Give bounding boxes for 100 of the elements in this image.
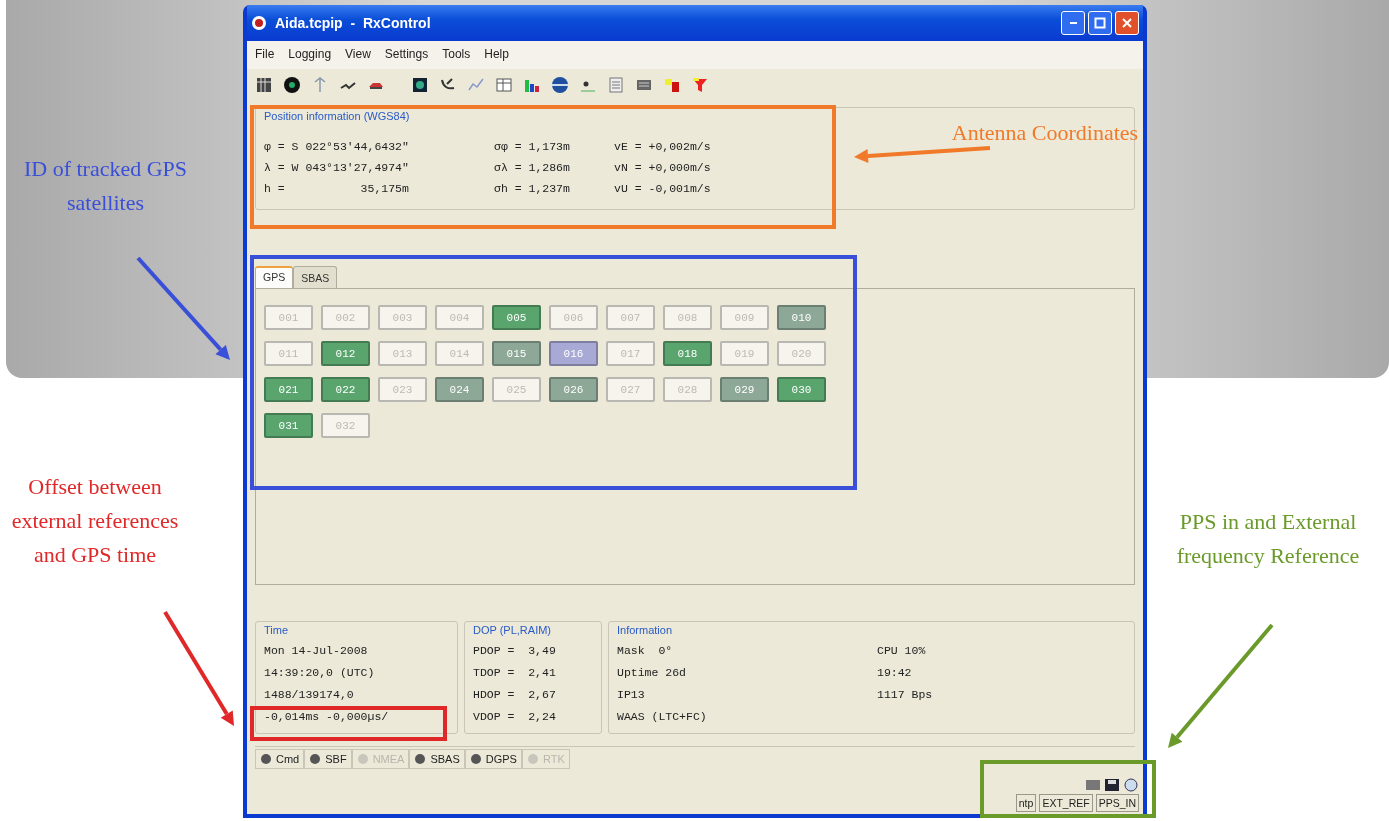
menu-item[interactable]: Settings: [384, 47, 429, 61]
dot-icon: [309, 753, 322, 765]
circle-icon[interactable]: [283, 76, 301, 94]
value-text: φ = S 022°53'44,6432": [264, 140, 410, 153]
satellite-chip: 003: [378, 305, 427, 330]
annotation-label: ID of tracked GPS satellites: [22, 155, 189, 218]
satellite-chip: 010: [777, 305, 826, 330]
app-icon: [251, 15, 267, 31]
satellite-chip: 030: [777, 377, 826, 402]
table-icon[interactable]: [495, 76, 513, 94]
minimize-icon: [1069, 22, 1077, 24]
stream-tab[interactable]: Cmd: [255, 749, 305, 769]
value-text: 1117 Bps: [877, 688, 934, 701]
group-title: Information: [615, 624, 675, 636]
status-pane: PPS_IN: [1095, 794, 1139, 812]
satellite-chip: 021: [264, 377, 313, 402]
satellite-chip: 031: [264, 413, 313, 438]
satellite-chip: 004: [435, 305, 484, 330]
annotation-label: PPS in and External frequency Reference: [1175, 508, 1361, 571]
satellite-chip: 008: [663, 305, 712, 330]
group-title: DOP (PL,RAIM): [471, 624, 554, 636]
value-text: WAAS (LTC+FC): [617, 710, 708, 723]
maximize-button[interactable]: [1088, 11, 1112, 35]
annotation-label: Antenna Coordinates: [950, 119, 1140, 147]
satellite-chip: 019: [720, 341, 769, 366]
annotation-label: Offset between external references and GPS time: [10, 473, 180, 570]
value-text: PDOP = 3,49: [473, 644, 557, 657]
value-text: λ = W 043°13'27,4974": [264, 161, 410, 174]
value-text: Mon 14-Jul-2008: [264, 644, 369, 657]
value-text: Mask 0°: [617, 644, 674, 657]
value-text: CPU 10%: [877, 644, 927, 657]
satellite-chip: 024: [435, 377, 484, 402]
satellite-chip: 001: [264, 305, 313, 330]
group-title: Time: [262, 624, 291, 636]
menu-item[interactable]: View: [345, 47, 371, 61]
window-title: Aida.tcpip - RxControl: [275, 15, 431, 31]
close-button[interactable]: [1115, 11, 1139, 35]
value-text: 19:42: [877, 666, 913, 679]
close-icon: [1121, 17, 1133, 29]
tab[interactable]: SBAS: [293, 266, 338, 288]
list-icon[interactable]: [1085, 778, 1101, 792]
flag-icon[interactable]: [663, 76, 681, 94]
value-text: IP13: [617, 688, 646, 701]
satellite-chip: 025: [492, 377, 541, 402]
menu-item[interactable]: Help: [484, 47, 509, 61]
menu-item[interactable]: Tools: [442, 47, 471, 61]
value-text: h = 35,175m: [264, 182, 410, 195]
satellite-chip: 012: [321, 341, 370, 366]
satellite-chip: 009: [720, 305, 769, 330]
menu-item[interactable]: Logging: [288, 47, 332, 61]
maximize-icon: [1094, 17, 1106, 29]
value-text: vE = +0,002m/s: [614, 140, 712, 153]
monitor-icon[interactable]: [411, 76, 429, 94]
stream-tab[interactable]: DGPS: [464, 749, 522, 769]
dot-icon: [260, 753, 272, 765]
globe-icon[interactable]: [1123, 778, 1139, 792]
satellite-chip: 007: [606, 305, 655, 330]
satellite-chip: 017: [606, 341, 655, 366]
satellite-chip: 011: [264, 341, 313, 366]
dot-icon: [356, 753, 369, 765]
save-icon[interactable]: [1104, 778, 1120, 792]
satellite-chip: 029: [720, 377, 769, 402]
stream-tab[interactable]: SBAS: [409, 749, 465, 769]
value-text: vU = -0,001m/s: [614, 182, 712, 195]
satellite-chip: 015: [492, 341, 541, 366]
satellite-chip: 026: [549, 377, 598, 402]
value-text: σφ = 1,173m: [494, 140, 571, 153]
dot-icon: [526, 753, 539, 765]
satellite-chip: 014: [435, 341, 484, 366]
satellite-chip: 018: [663, 341, 712, 366]
satellite-chip: 020: [777, 341, 826, 366]
grid-icon[interactable]: [255, 76, 273, 94]
satellite-chip: 023: [378, 377, 427, 402]
dot-icon: [469, 753, 482, 765]
value-text: 14:39:20,0 (UTC): [264, 666, 376, 679]
value-text: Uptime 26d: [617, 666, 687, 679]
value-text: TDOP = 2,41: [473, 666, 557, 679]
value-text: HDOP = 2,67: [473, 688, 557, 701]
satellite-chip: 032: [321, 413, 370, 438]
satellite-chip: 013: [378, 341, 427, 366]
value-text: 1488/139174,0: [264, 688, 355, 701]
satellite-chip: 005: [492, 305, 541, 330]
filter-icon[interactable]: [691, 76, 709, 94]
satellite-chip: 002: [321, 305, 370, 330]
satellite-chip: 022: [321, 377, 370, 402]
value-text: vN = +0,000m/s: [614, 161, 712, 174]
tab[interactable]: GPS: [255, 266, 294, 288]
satellite-chip: 016: [549, 341, 598, 366]
stream-tab[interactable]: SBF: [304, 749, 352, 769]
satellite-chip: 006: [549, 305, 598, 330]
globe-icon[interactable]: [551, 76, 569, 94]
value-text: VDOP = 2,24: [473, 710, 557, 723]
status-pane: ntp: [1015, 794, 1037, 812]
menu-item[interactable]: File: [255, 47, 275, 61]
minimize-button[interactable]: [1061, 11, 1085, 35]
value-text: σh = 1,237m: [494, 182, 571, 195]
dot-icon: [414, 753, 427, 765]
satellite-chip: 028: [663, 377, 712, 402]
status-pane: EXT_REF: [1039, 794, 1093, 812]
value-text: -0,014ms -0,000µs/: [264, 710, 390, 723]
